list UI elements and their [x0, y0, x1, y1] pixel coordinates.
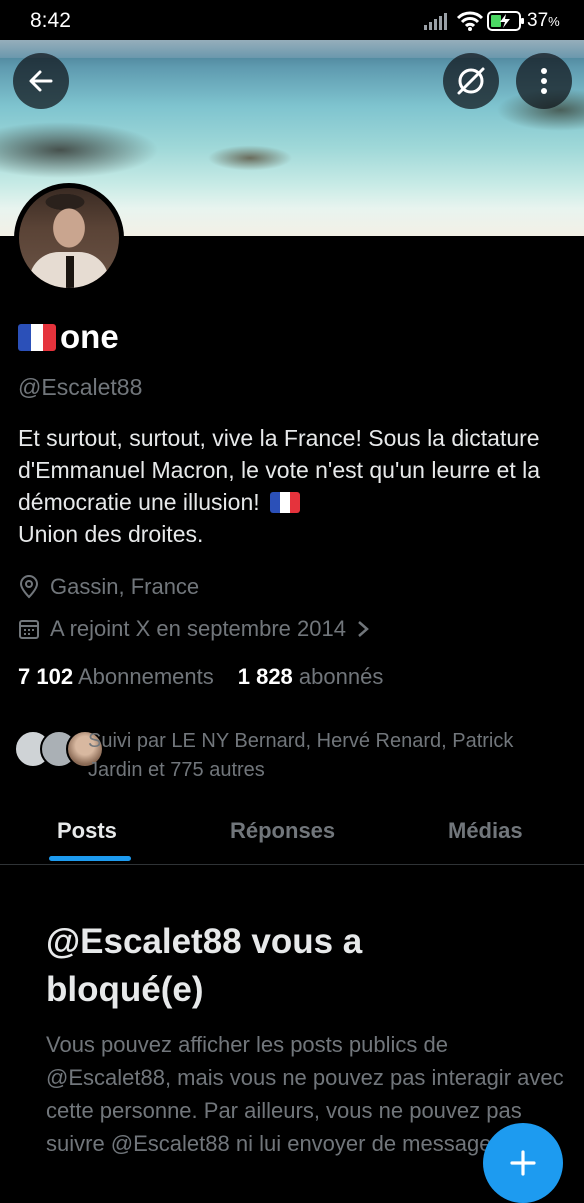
profile-name-row: one — [18, 318, 119, 356]
tab-posts[interactable]: Posts — [57, 818, 117, 844]
profile-name: one — [60, 318, 119, 355]
tab-replies[interactable]: Réponses — [230, 818, 335, 844]
blocked-message: Vous pouvez afficher les posts publics d… — [46, 1032, 564, 1156]
profile-handle: @Escalet88 — [18, 374, 143, 400]
location-text: Gassin, France — [50, 574, 200, 599]
profile-avatar[interactable] — [14, 183, 124, 293]
compose-button[interactable] — [483, 1123, 563, 1203]
followers-link[interactable]: 1 828 abonnés — [238, 664, 384, 690]
location-pin-icon — [19, 575, 39, 599]
following-link[interactable]: 7 102 Abonnements — [18, 664, 214, 690]
profile-joined[interactable]: A rejoint X en septembre 2014 — [18, 616, 370, 642]
france-flag-icon — [18, 323, 56, 351]
tab-media[interactable]: Médias — [448, 818, 523, 844]
followed-by-avatars[interactable] — [14, 730, 104, 768]
france-flag-icon — [270, 492, 301, 513]
chevron-right-icon — [358, 621, 369, 637]
joined-text: A rejoint X en septembre 2014 — [50, 616, 346, 641]
active-tab-indicator — [49, 856, 131, 861]
vertical-dots-icon — [541, 68, 547, 94]
avatar-photo — [19, 188, 119, 288]
avatar-tie — [66, 256, 74, 288]
status-time: 8:42 — [30, 9, 71, 32]
arrow-left-icon — [29, 70, 53, 92]
profile-bio: Et surtout, surtout, vive la France! Sou… — [18, 422, 558, 550]
battery-percent: 37% — [527, 10, 560, 31]
followed-by-text[interactable]: Suivi par LE NY Bernard, Hervé Renard, P… — [88, 727, 558, 785]
banner-horizon — [0, 40, 584, 58]
blocked-title: @Escalet88 vous a bloqué(e) — [46, 922, 363, 1009]
battery-charging-icon — [487, 11, 524, 31]
follow-stats: 7 102 Abonnements 1 828 abonnés — [18, 664, 383, 690]
calendar-icon — [19, 620, 39, 639]
signal-icon — [424, 13, 447, 30]
grok-button[interactable] — [443, 53, 499, 109]
grok-slash-circle-icon — [457, 67, 485, 95]
back-button[interactable] — [13, 53, 69, 109]
wifi-icon — [456, 11, 484, 31]
more-options-button[interactable] — [516, 53, 572, 109]
profile-location: Gassin, France — [18, 574, 199, 600]
bio-text-end: Union des droites. — [18, 521, 204, 547]
plus-icon — [510, 1150, 536, 1176]
